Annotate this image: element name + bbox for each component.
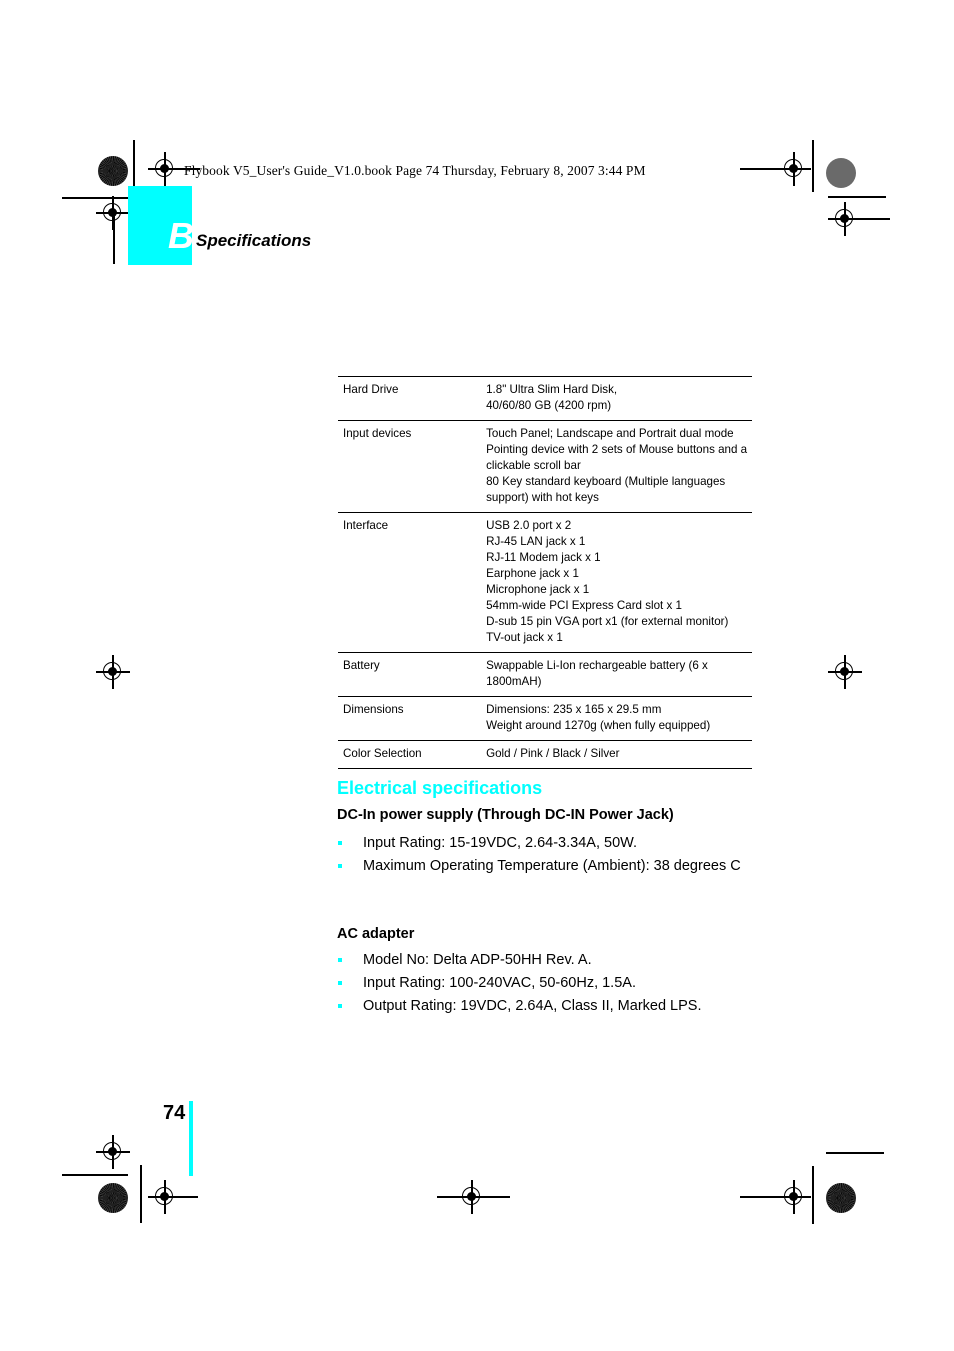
table-row: Dimensions Dimensions: 235 x 165 x 29.5 …: [338, 696, 752, 741]
spec-key: Dimensions: [338, 696, 482, 741]
list-item-text: Maximum Operating Temperature (Ambient):…: [363, 858, 741, 874]
trim-line-left-v-upper: [113, 212, 115, 264]
trim-line-right-h-upper: [828, 196, 886, 198]
list-item-text: Input Rating: 100-240VAC, 50-60Hz, 1.5A.: [363, 975, 636, 991]
ac-adapter-bullet-list: Model No: Delta ADP-50HH Rev. A. Input R…: [337, 950, 757, 1019]
spec-value: USB 2.0 port x 2 RJ-45 LAN jack x 1 RJ-1…: [481, 512, 752, 653]
trim-line-right-h-upper-2: [862, 218, 890, 220]
trim-line-bottom-right-h-top: [826, 1152, 884, 1154]
spec-value: Swappable Li-Ion rechargeable battery (6…: [481, 652, 752, 697]
spec-value: Dimensions: 235 x 165 x 29.5 mm Weight a…: [481, 696, 752, 741]
trim-line-bottom-center-h-right: [488, 1196, 510, 1198]
spec-key: Battery: [338, 652, 482, 697]
list-item-text: Model No: Delta ADP-50HH Rev. A.: [363, 952, 592, 968]
registration-mark-left-middle: [96, 655, 130, 689]
table-row: Color Selection Gold / Pink / Black / Si…: [338, 740, 752, 769]
running-header: Flybook V5_User's Guide_V1.0.book Page 7…: [184, 163, 646, 178]
registration-mark-bottom-center: [455, 1180, 489, 1214]
spec-key: Input devices: [338, 420, 482, 513]
registration-mark-left-lower: [96, 1135, 130, 1169]
registration-mark-right-upper: [828, 202, 862, 236]
specifications-table: Hard Drive 1.8" Ultra Slim Hard Disk, 40…: [338, 376, 752, 769]
bullet-icon: [338, 981, 342, 985]
trim-line-bottom-center-h-left: [437, 1196, 457, 1198]
dc-in-bullet-list: Input Rating: 15-19VDC, 2.64-3.34A, 50W.…: [337, 833, 757, 879]
halftone-dot-bottom-left: [98, 1183, 128, 1213]
table-row: Interface USB 2.0 port x 2 RJ-45 LAN jac…: [338, 512, 752, 653]
registration-mark-top-right: [777, 152, 811, 186]
halftone-dot-top-left: [98, 156, 128, 186]
registration-mark-right-middle: [828, 655, 862, 689]
page-marker-bar: [189, 1101, 193, 1176]
spec-value: Gold / Pink / Black / Silver: [481, 740, 752, 769]
specifications-table-body: Hard Drive 1.8" Ultra Slim Hard Disk, 40…: [338, 376, 752, 769]
spec-key: Color Selection: [338, 740, 482, 769]
list-item: Model No: Delta ADP-50HH Rev. A.: [337, 950, 757, 971]
list-item-text: Input Rating: 15-19VDC, 2.64-3.34A, 50W.: [363, 835, 638, 851]
list-item: Input Rating: 100-240VAC, 50-60Hz, 1.5A.: [337, 973, 757, 994]
list-item-text: Output Rating: 19VDC, 2.64A, Class II, M…: [363, 998, 702, 1014]
trim-line-left-h-upper: [62, 197, 128, 199]
bullet-icon: [338, 958, 342, 962]
bullet-icon: [338, 864, 342, 868]
trim-line-bottom-left-v: [140, 1165, 142, 1223]
trim-line-right-upper-v: [812, 140, 814, 192]
trim-line-top-right-h: [740, 168, 778, 170]
trim-line-bottom-left-h: [182, 1196, 198, 1198]
trim-line-left-upper-v: [133, 140, 135, 192]
registration-mark-right-lower: [777, 1180, 811, 1214]
table-row: Battery Swappable Li-Ion rechargeable ba…: [338, 652, 752, 697]
registration-mark-bottom-left: [148, 1180, 182, 1214]
section-heading-electrical: Electrical specifications: [337, 778, 543, 798]
subheading-ac-adapter: AC adapter: [337, 926, 415, 942]
halftone-dot-bottom-right: [826, 1183, 856, 1213]
page-title: Specifications: [196, 231, 312, 250]
bullet-icon: [338, 1004, 342, 1008]
spec-key: Interface: [338, 512, 482, 653]
halftone-dot-top-right: [826, 158, 856, 188]
trim-line-bottom-right-v: [812, 1166, 814, 1224]
list-item: Input Rating: 15-19VDC, 2.64-3.34A, 50W.: [337, 833, 757, 854]
spec-key: Hard Drive: [343, 383, 399, 396]
bullet-icon: [338, 841, 342, 845]
page-number: 74: [163, 1102, 186, 1124]
list-item: Maximum Operating Temperature (Ambient):…: [337, 856, 757, 877]
trim-line-bottom-right-h: [740, 1196, 780, 1198]
table-row: Hard Drive 1.8" Ultra Slim Hard Disk, 40…: [338, 376, 752, 421]
table-row: Input devices Touch Panel; Landscape and…: [338, 420, 752, 513]
list-item: Output Rating: 19VDC, 2.64A, Class II, M…: [337, 996, 757, 1017]
spec-value: Touch Panel; Landscape and Portrait dual…: [481, 420, 752, 513]
spec-value: 1.8" Ultra Slim Hard Disk, 40/60/80 GB (…: [486, 383, 618, 412]
subheading-dc-in: DC-In power supply (Through DC-IN Power …: [337, 807, 674, 823]
trim-line-left-h-lower: [62, 1174, 128, 1176]
